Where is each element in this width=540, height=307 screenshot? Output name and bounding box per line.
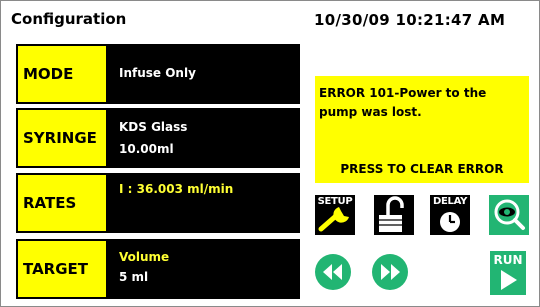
rewind-button[interactable] (315, 254, 351, 290)
wrench-icon (318, 207, 349, 232)
view-button[interactable] (489, 195, 529, 235)
error-message: ERROR 101-Power to the pump was lost. (319, 86, 487, 119)
target-volume: 5 ml (119, 270, 149, 284)
target-type: Volume (119, 250, 170, 264)
page-title: Configuration (11, 10, 127, 28)
rewind-icon (323, 264, 342, 280)
rates-button[interactable]: RATES I : 36.003 ml/min (16, 173, 300, 233)
unlock-icon (379, 196, 404, 232)
syringe-label: SYRINGE (18, 110, 106, 166)
delay-button[interactable]: DELAY (430, 195, 470, 235)
fast-forward-button[interactable] (372, 254, 408, 290)
date-time-display: 10/30/09 10:21:47 AM (314, 11, 506, 29)
syringe-volume: 10.00ml (119, 142, 174, 156)
eye-icon (494, 199, 525, 230)
clear-error-label: PRESS TO CLEAR ERROR (340, 162, 504, 176)
run-button[interactable]: RUN (490, 251, 526, 295)
fast-forward-icon (381, 264, 400, 280)
pump-screen: Configuration 10/30/09 10:21:47 AM MODE … (0, 0, 540, 307)
syringe-button[interactable]: SYRINGE KDS Glass 10.00ml (16, 108, 300, 168)
target-label: TARGET (18, 241, 106, 297)
lock-button[interactable] (374, 195, 414, 235)
rates-value: I : 36.003 ml/min (119, 182, 234, 196)
clock-icon (440, 212, 460, 232)
rates-label: RATES (18, 175, 106, 231)
play-icon (501, 270, 517, 290)
error-message-box[interactable]: ERROR 101-Power to the pump was lost. PR… (315, 76, 529, 183)
setup-button[interactable]: SETUP (315, 195, 355, 235)
syringe-type: KDS Glass (119, 120, 188, 134)
mode-button[interactable]: MODE Infuse Only (16, 44, 300, 104)
mode-value: Infuse Only (119, 66, 196, 80)
mode-label: MODE (18, 46, 106, 102)
target-button[interactable]: TARGET Volume 5 ml (16, 239, 300, 299)
